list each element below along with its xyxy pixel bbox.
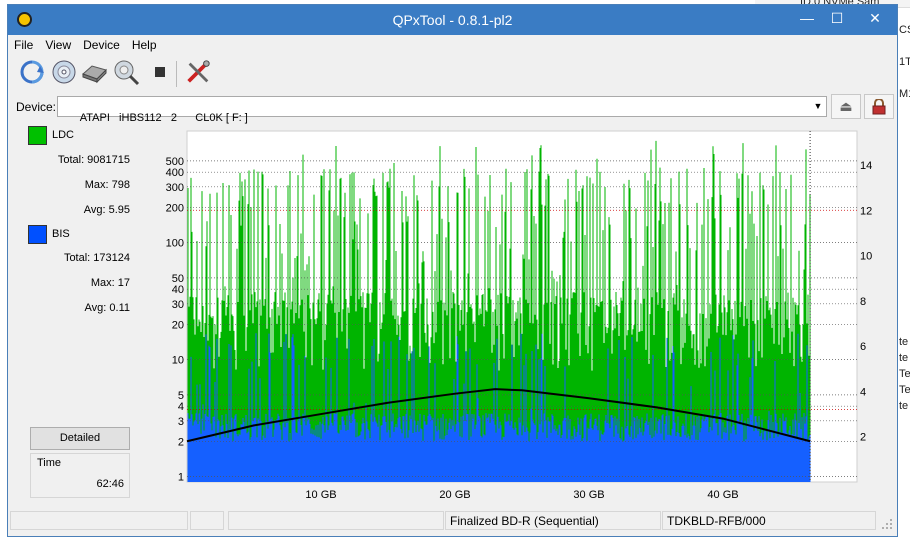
ldc-label: LDC [52,129,75,141]
menu-bar: File View Device Help [8,35,897,55]
background-text: te [899,352,909,364]
time-label: Time [37,457,62,469]
status-disc-type: Finalized BD-R (Sequential) [445,511,661,530]
x-tick-label: 40 GB [707,489,738,501]
settings-tools-icon[interactable] [184,58,212,86]
disc-icon[interactable] [50,58,78,86]
stop-icon[interactable] [146,58,174,86]
background-text: 1T [899,56,910,68]
maximize-button[interactable]: ☐ [822,5,852,31]
drive-icon[interactable] [80,58,108,86]
y-left-tick-label: 2 [178,436,184,448]
ldc-total: Total: 9081715 [57,154,130,166]
y-left-tick-label: 400 [166,167,184,179]
y-left-tick-label: 20 [172,319,184,331]
scan-icon[interactable] [112,58,140,86]
minimize-button[interactable]: — [792,5,822,31]
ldc-color-swatch [28,126,47,145]
y-right-tick-label: 2 [860,432,866,444]
stats-panel: LDC Total: 9081715 Max: 798 Avg: 5.95 BI… [22,123,134,503]
device-bar: Device: ATAPI iHBS112 2 CL0K [ F: ] ▼ ⏏ [8,94,897,124]
ldc-max: Max: 798 [84,179,130,191]
quality-chart: 1234510203040501002003004005002468101214… [166,130,872,501]
y-right-tick-label: 12 [860,205,872,217]
menu-file[interactable]: File [8,35,39,55]
menu-help[interactable]: Help [126,35,163,55]
x-tick-label: 10 GB [305,489,336,501]
time-box: Time 62:46 [30,453,130,498]
background-text: CS [899,24,910,36]
qpxtool-window: QPxTool - 0.8.1-pl2 — ☐ ✕ File View Device… [7,4,898,537]
device-select[interactable]: ATAPI iHBS112 2 CL0K [ F: ] ▼ [57,96,827,124]
y-left-tick-label: 300 [166,182,184,194]
menu-view[interactable]: View [39,35,77,55]
ldc-avg: Avg: 5.95 [83,204,130,216]
eject-icon: ⏏ [839,98,853,114]
bis-avg: Avg: 0.11 [84,302,130,314]
bis-color-swatch [28,225,47,244]
bis-max: Max: 17 [90,277,130,289]
bis-label: BIS [52,228,70,240]
close-button[interactable]: ✕ [860,5,890,31]
y-right-tick-label: 8 [860,296,866,308]
y-left-tick-label: 4 [178,401,184,413]
y-left-tick-label: 500 [166,156,184,168]
time-value: 62:46 [96,478,124,490]
lock-button[interactable] [864,94,894,119]
bis-total: Total: 173124 [63,252,130,264]
status-bar: Finalized BD-R (Sequential) TDKBLD-RFB/0… [8,509,897,531]
background-text: te [899,400,909,412]
y-right-tick-label: 4 [860,386,866,398]
window-title: QPxTool - 0.8.1-pl2 [392,12,513,28]
background-text: M1 [899,88,910,100]
chevron-down-icon[interactable]: ▼ [810,97,826,116]
background-text: Te [899,368,910,380]
title-bar[interactable]: QPxTool - 0.8.1-pl2 — ☐ ✕ [8,5,897,35]
status-cell-1 [10,511,188,530]
y-left-tick-label: 10 [172,355,184,367]
status-cell-2 [190,511,224,530]
y-left-tick-label: 30 [172,299,184,311]
status-cell-empty [228,511,444,530]
device-label: Device: [16,100,57,114]
y-left-tick-label: 40 [172,284,184,296]
refresh-icon[interactable] [18,58,46,86]
background-text: Te [899,384,910,396]
status-media-id: TDKBLD-RFB/000 [662,511,876,530]
y-left-tick-label: 1 [178,472,184,484]
y-left-tick-label: 3 [178,416,184,428]
eject-button[interactable]: ⏏ [831,94,861,119]
toolbar-separator [176,61,177,87]
x-tick-label: 20 GB [439,489,470,501]
y-right-tick-label: 10 [860,251,872,263]
lock-icon [872,98,886,115]
detailed-button[interactable]: Detailed [30,427,130,450]
y-left-tick-label: 200 [166,202,184,214]
background-text: te [899,336,909,348]
resize-grip-icon[interactable] [880,517,894,531]
y-left-tick-label: 50 [172,273,184,285]
y-left-tick-label: 100 [166,238,184,250]
chart-area: 1 2 3 4 5 10 20 30 40 50 100 200 300 400 500 2 4 6 8 10 12 14… [148,123,890,505]
menu-device[interactable]: Device [77,35,126,55]
y-left-tick-label: 5 [178,390,184,402]
x-tick-label: 30 GB [573,489,604,501]
y-right-tick-label: 14 [860,160,872,172]
y-right-tick-label: 6 [860,341,866,353]
